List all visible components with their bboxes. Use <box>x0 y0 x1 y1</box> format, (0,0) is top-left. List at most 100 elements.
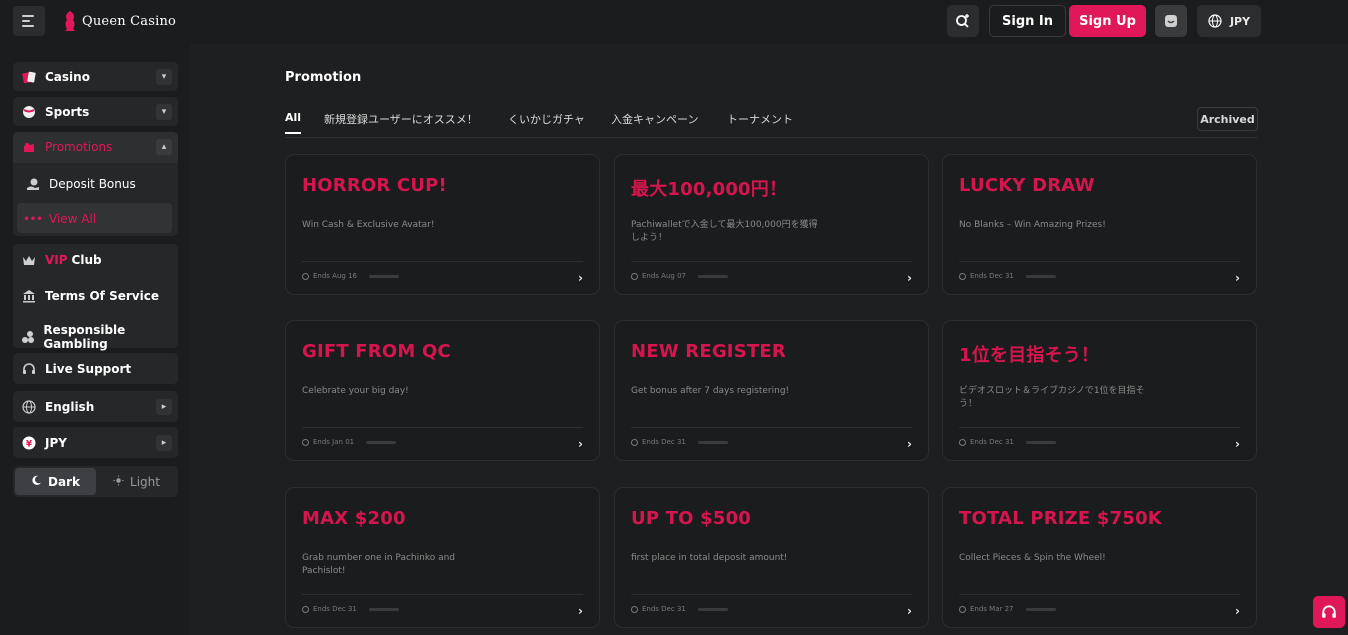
sidebar-item-casino[interactable]: Casino ▾ <box>13 62 178 91</box>
logo[interactable]: Queen Casino <box>62 9 176 33</box>
language-currency-button[interactable]: JPY <box>1197 5 1261 37</box>
crown-icon <box>21 252 37 268</box>
card-title: HORROR CUP! <box>302 175 447 196</box>
card-title: GIFT FROM QC <box>302 341 451 362</box>
sidebar-item-label: Terms Of Service <box>45 289 159 303</box>
promotion-card[interactable]: UP TO $500 first place in total deposit … <box>614 487 929 628</box>
headset-icon <box>1322 605 1336 618</box>
card-divider <box>959 427 1240 428</box>
card-divider <box>631 427 912 428</box>
progress-bar <box>366 440 397 444</box>
chevron-right-icon[interactable]: ▸ <box>156 434 172 451</box>
card-end-date: Ends Dec 31 <box>642 605 686 613</box>
cards-icon <box>21 69 37 85</box>
sidebar-item-currency[interactable]: ¥ JPY ▸ <box>13 427 178 458</box>
tab-gacha[interactable]: くいかじガチャ <box>508 111 585 127</box>
progress-bar <box>697 274 728 278</box>
tab-new-user[interactable]: 新規登録ユーザーにオススメ！ <box>324 111 478 127</box>
yen-icon: ¥ <box>21 435 37 451</box>
promotion-card[interactable]: NEW REGISTER Get bonus after 7 days regi… <box>614 320 929 461</box>
card-description: Pachiwalletで入金して最大100,000円を獲得しよう！ <box>631 220 818 243</box>
sidebar-item-live-support[interactable]: Live Support <box>13 353 178 384</box>
sidebar-item-label: Live Support <box>45 361 132 376</box>
chevron-right-icon[interactable]: › <box>578 437 583 451</box>
progress-bar <box>1025 440 1056 444</box>
chevron-right-icon[interactable]: › <box>907 604 912 618</box>
chevron-right-icon[interactable]: › <box>578 604 583 618</box>
archived-button[interactable]: Archived <box>1197 107 1258 131</box>
clock-icon <box>631 605 638 613</box>
chips-icon <box>21 329 35 345</box>
card-description: Win Cash & Exclusive Avatar! <box>302 220 435 230</box>
chevron-down-icon[interactable]: ▾ <box>156 103 172 120</box>
chevron-right-icon[interactable]: › <box>907 437 912 451</box>
card-divider <box>959 594 1240 595</box>
promotion-card[interactable]: MAX $200 Grab number one in Pachinko and… <box>285 487 600 628</box>
card-footer: Ends Mar 27 <box>959 605 1056 613</box>
clock-icon <box>959 605 966 613</box>
sidebar-item-terms[interactable]: Terms Of Service <box>21 288 159 304</box>
card-title: 1位を目指そう！ <box>959 345 1100 366</box>
card-title: 最大100,000円！ <box>631 179 788 200</box>
sidebar-item-promotions[interactable]: Promotions ▴ <box>13 132 178 163</box>
sidebar-item-responsible-gambling[interactable]: Responsible Gambling <box>21 323 178 351</box>
signup-button[interactable]: Sign Up <box>1069 5 1146 37</box>
theme-light-button[interactable]: Light <box>97 468 176 495</box>
sidebar-subitem-deposit-bonus[interactable]: Deposit Bonus <box>25 176 136 192</box>
promotion-card[interactable]: 最大100,000円！ Pachiwalletで入金して最大100,000円を獲… <box>614 154 929 295</box>
chat-icon <box>1165 15 1177 27</box>
queen-logo-icon <box>65 11 75 31</box>
theme-dark-button[interactable]: Dark <box>15 468 96 495</box>
card-divider <box>302 427 583 428</box>
tab-all[interactable]: All <box>285 111 302 134</box>
search-button[interactable] <box>947 5 979 37</box>
card-footer: Ends Dec 31 <box>631 605 728 613</box>
bank-icon <box>21 288 37 304</box>
tab-deposit-campaign[interactable]: 入金キャンペーン <box>611 111 698 127</box>
chat-button[interactable] <box>1155 5 1187 37</box>
chevron-right-icon[interactable]: › <box>907 271 912 285</box>
clock-icon <box>302 438 309 446</box>
card-footer: Ends Aug 16 <box>302 272 399 280</box>
promotion-card[interactable]: TOTAL PRIZE $750K Collect Pieces & Spin … <box>942 487 1257 628</box>
promotion-card[interactable]: HORROR CUP! Win Cash & Exclusive Avatar!… <box>285 154 600 295</box>
chevron-up-icon[interactable]: ▴ <box>156 139 172 155</box>
card-description: first place in total deposit amount! <box>631 553 788 563</box>
signin-button[interactable]: Sign In <box>989 5 1066 37</box>
logo-text: Queen Casino <box>82 13 177 29</box>
sidebar-item-vip-club[interactable]: VIP Club <box>21 252 102 268</box>
card-end-date: Ends Dec 31 <box>313 605 357 613</box>
card-footer: Ends Dec 31 <box>959 272 1056 280</box>
live-support-button[interactable] <box>1313 596 1345 628</box>
card-description: Collect Pieces & Spin the Wheel! <box>959 553 1106 563</box>
chevron-right-icon[interactable]: › <box>1235 271 1240 285</box>
sidebar-subitem-view-all[interactable]: ••• View All <box>17 203 172 233</box>
card-divider <box>302 594 583 595</box>
vip-label: VIP <box>45 253 68 267</box>
sidebar-item-sports[interactable]: Sports ▾ <box>13 97 178 126</box>
chevron-right-icon[interactable]: › <box>1235 437 1240 451</box>
chevron-down-icon[interactable]: ▾ <box>156 68 172 85</box>
clock-icon <box>302 605 309 613</box>
chevron-right-icon[interactable]: › <box>578 271 583 285</box>
chevron-right-icon[interactable]: ▸ <box>156 398 172 415</box>
menu-toggle-button[interactable] <box>13 6 45 36</box>
chevron-right-icon[interactable]: › <box>1235 604 1240 618</box>
sidebar: Casino ▾ Sports ▾ Promotions ▴ Deposit B… <box>0 44 190 635</box>
promotion-card[interactable]: GIFT FROM QC Celebrate your big day! End… <box>285 320 600 461</box>
progress-bar <box>1025 274 1056 278</box>
top-header: Queen Casino Sign In Sign Up JPY <box>0 0 1348 44</box>
tab-tournament[interactable]: トーナメント <box>727 111 793 127</box>
sidebar-item-label: Sports <box>45 104 90 119</box>
promotion-card[interactable]: 1位を目指そう！ ビデオスロット＆ライブカジノで1位を目指そう！ Ends De… <box>942 320 1257 461</box>
currency-label: JPY <box>1229 14 1251 28</box>
card-title: LUCKY DRAW <box>959 175 1095 196</box>
sidebar-item-language[interactable]: English ▸ <box>13 391 178 422</box>
sidebar-item-label: English <box>45 399 95 414</box>
theme-light-label: Light <box>130 474 160 489</box>
card-footer: Ends Aug 07 <box>631 272 728 280</box>
promotion-card[interactable]: LUCKY DRAW No Blanks – Win Amazing Prize… <box>942 154 1257 295</box>
clock-icon <box>631 438 638 446</box>
card-end-date: Ends Mar 27 <box>970 605 1014 613</box>
sidebar-item-label: Deposit Bonus <box>49 177 136 191</box>
